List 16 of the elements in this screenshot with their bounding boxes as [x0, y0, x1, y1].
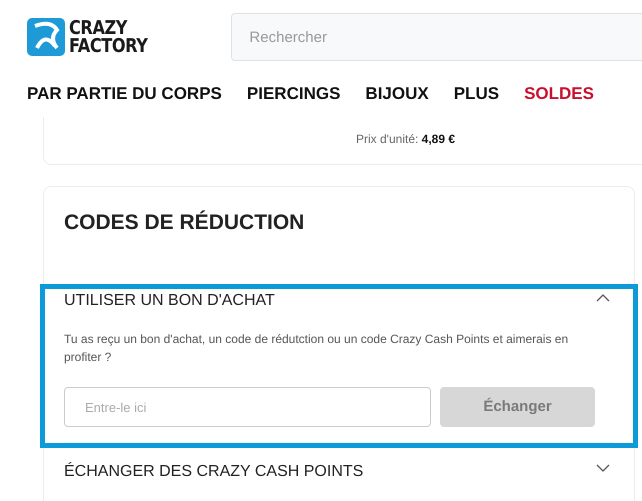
- nav-link[interactable]: BIJOUX: [365, 81, 429, 106]
- logo-icon: [27, 18, 65, 56]
- unit-price: Prix d'unité: 4,89 €: [356, 132, 456, 146]
- logo-text: CRAZY FACTORY: [69, 19, 148, 55]
- search-field[interactable]: Rechercher: [231, 13, 642, 61]
- accordion-header[interactable]: UTILISER UN BON D'ACHAT: [64, 289, 275, 313]
- nav-link[interactable]: PIERCINGS: [246, 81, 340, 106]
- nav-link[interactable]: SOLDES: [524, 81, 594, 106]
- nav-link[interactable]: PLUS: [454, 81, 500, 106]
- voucher-field[interactable]: Entre-le ici: [64, 387, 431, 427]
- nav-link[interactable]: PAR PARTIE DU CORPS: [27, 81, 222, 106]
- chevron-up-icon[interactable]: [596, 293, 610, 302]
- accordion-header[interactable]: ÉCHANGER DES CRAZY CASH POINTS: [64, 460, 364, 484]
- description-text: Tu as reçu un bon d'achat, un code de rédutction ou un code Crazy Cash Points et aimerais en profiter ?: [64, 331, 570, 366]
- chevron-down-icon[interactable]: [596, 464, 610, 473]
- section-title: CODES DE RÉDUCTION: [64, 209, 306, 236]
